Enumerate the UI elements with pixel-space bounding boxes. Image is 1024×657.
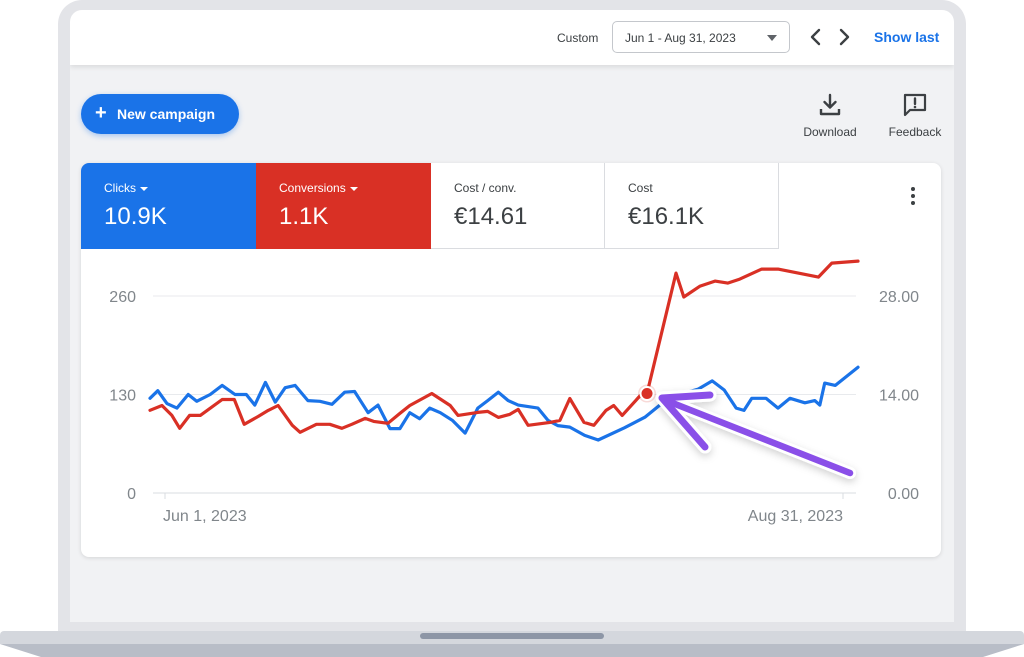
date-range-select[interactable]: Jun 1 - Aug 31, 2023 bbox=[612, 21, 790, 53]
new-campaign-label: New campaign bbox=[117, 106, 216, 122]
date-range-value: Jun 1 - Aug 31, 2023 bbox=[625, 31, 736, 45]
range-type-label: Custom bbox=[557, 31, 599, 45]
laptop-notch bbox=[420, 633, 604, 639]
download-button[interactable]: Download bbox=[798, 92, 862, 139]
feedback-button[interactable]: Feedback bbox=[883, 92, 947, 139]
chevron-right-icon bbox=[839, 28, 850, 46]
feedback-label: Feedback bbox=[888, 125, 942, 139]
new-campaign-button[interactable]: + New campaign bbox=[81, 94, 239, 134]
screen: Custom Jun 1 - Aug 31, 2023 Show last + … bbox=[70, 10, 954, 622]
y-left-tick-label: 260 bbox=[109, 289, 136, 306]
next-period-button[interactable] bbox=[834, 26, 854, 48]
x-start-label: Jun 1, 2023 bbox=[163, 508, 247, 525]
y-right-tick-label: 0.00 bbox=[888, 486, 919, 503]
highlight-marker bbox=[639, 386, 655, 402]
y-right-tick-label: 14.00 bbox=[879, 388, 919, 405]
x-end-label: Aug 31, 2023 bbox=[748, 508, 843, 525]
show-last-button[interactable]: Show last bbox=[874, 29, 939, 45]
download-label: Download bbox=[803, 125, 857, 139]
line-chart: 0 0.00 130 14.00 260 28.00 Jun 1, 2023 Aug 31, … bbox=[109, 259, 919, 525]
top-bar: Custom Jun 1 - Aug 31, 2023 Show last bbox=[70, 10, 954, 65]
series-line-conversions bbox=[148, 259, 860, 434]
feedback-icon bbox=[903, 93, 927, 117]
y-left-tick-label: 0 bbox=[127, 486, 136, 503]
laptop-base-edge bbox=[0, 644, 1024, 657]
y-left-tick-label: 130 bbox=[109, 388, 136, 405]
chevron-down-icon bbox=[767, 35, 777, 41]
y-right-tick-label: 28.00 bbox=[879, 289, 919, 306]
annotation-arrow bbox=[655, 388, 856, 479]
chevron-left-icon bbox=[810, 28, 821, 46]
plus-icon: + bbox=[95, 102, 107, 124]
previous-period-button[interactable] bbox=[806, 26, 826, 48]
performance-card: Clicks 10.9K Conversions 1.1K Cost / con… bbox=[81, 163, 941, 557]
download-icon bbox=[819, 93, 841, 116]
